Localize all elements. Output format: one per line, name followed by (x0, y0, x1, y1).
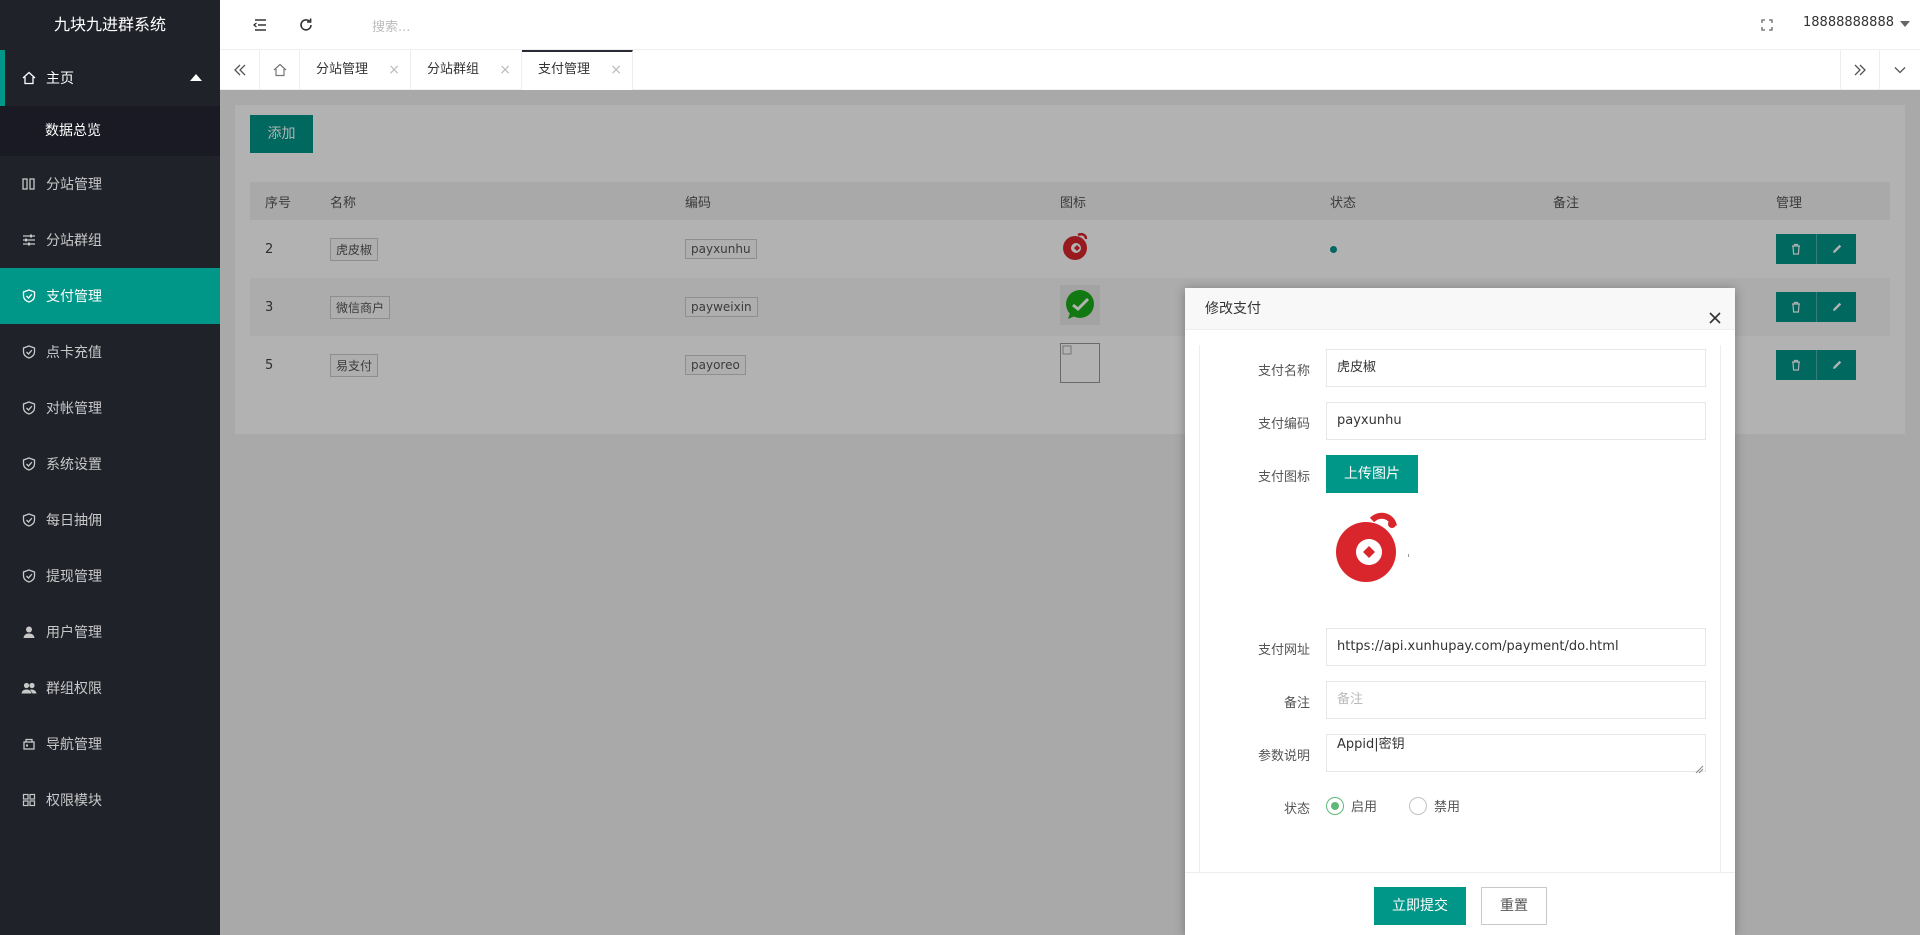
sidebar-item-label: 分站管理 (46, 177, 102, 193)
tabs-scroll-right-icon[interactable] (1840, 50, 1880, 90)
shield-check-icon (20, 399, 38, 417)
upload-image-button[interactable]: 上传图片 (1326, 455, 1418, 493)
field-label: 支付网址 (1257, 643, 1310, 658)
tab-bar: 分站管理 × 分站群组 × 支付管理 × (220, 50, 1920, 90)
users-icon (20, 679, 38, 697)
shield-check-icon (20, 455, 38, 473)
field-label: 支付名称 (1257, 364, 1310, 379)
field-label: 备注 (1283, 696, 1310, 711)
edit-payment-dialog: 修改支付 支付名称 虎皮椒 支付编码 payxunhu 支付图标 上传图片 支付… (1185, 288, 1735, 935)
sidebar-item-home[interactable]: 主页 (0, 50, 220, 106)
sidebar-item-navigation[interactable]: 导航管理 (0, 716, 220, 772)
close-icon[interactable] (1707, 301, 1723, 324)
payment-code-field[interactable]: payxunhu (1326, 402, 1706, 440)
tab-payment[interactable]: 支付管理 × (522, 50, 633, 90)
radio-label: 启用 (1351, 800, 1378, 815)
dialog-header: 修改支付 (1185, 288, 1735, 330)
search-input[interactable]: 搜索... (372, 16, 410, 35)
radio-unchecked-icon (1409, 796, 1427, 815)
payment-name-field[interactable]: 虎皮椒 (1326, 349, 1706, 387)
payment-url-field[interactable]: https://api.xunhupay.com/payment/do.html (1326, 628, 1706, 666)
refresh-icon[interactable] (295, 14, 317, 36)
app-title: 九块九进群系统 (53, 15, 166, 34)
tab-home-icon[interactable] (260, 50, 300, 90)
sidebar-item-system-settings[interactable]: 系统设置 (0, 436, 220, 492)
field-label: 支付图标 (1257, 470, 1310, 485)
grid-icon (20, 791, 38, 809)
sidebar-item-data-overview[interactable]: 数据总览 (0, 106, 220, 156)
sidebar-item-card-recharge[interactable]: 点卡充值 (0, 324, 220, 380)
dialog-footer: 立即提交 重置 (1185, 872, 1735, 935)
sidebar-item-label: 权限模块 (46, 793, 102, 809)
columns-icon (20, 175, 38, 193)
sidebar-item-label: 每日抽佣 (46, 513, 102, 529)
tabs-menu-chevron-icon[interactable] (1880, 50, 1920, 90)
tab-label: 分站群组 (427, 62, 480, 77)
radio-label: 禁用 (1434, 800, 1461, 815)
tab-label: 支付管理 (538, 62, 591, 77)
sidebar-item-label: 提现管理 (46, 569, 102, 585)
close-icon[interactable]: × (610, 52, 622, 88)
user-menu[interactable]: 18888888888 (1803, 15, 1894, 30)
sidebar-item-label: 点卡充值 (46, 345, 102, 361)
dialog-title: 修改支付 (1205, 301, 1261, 317)
sidebar-item-label: 分站群组 (46, 233, 102, 249)
shield-check-icon (20, 567, 38, 585)
tab-label: 分站管理 (316, 62, 369, 77)
submit-button[interactable]: 立即提交 (1374, 887, 1466, 925)
shield-check-icon (20, 287, 38, 305)
sidebar-item-label: 系统设置 (46, 457, 102, 473)
field-label: 参数说明 (1257, 749, 1310, 764)
close-icon[interactable]: × (499, 50, 511, 90)
sidebar-item-daily-commission[interactable]: 每日抽佣 (0, 492, 220, 548)
sliders-icon (20, 231, 38, 249)
field-label: 支付编码 (1257, 417, 1310, 432)
shield-check-icon (20, 343, 38, 361)
close-icon[interactable]: × (388, 50, 400, 90)
sidebar-item-substation[interactable]: 分站管理 (0, 156, 220, 212)
payment-icon-preview (1332, 510, 1412, 590)
status-disable-radio[interactable]: 禁用 (1409, 796, 1460, 815)
sidebar-item-permission-modules[interactable]: 权限模块 (0, 772, 220, 828)
tab-substation-group[interactable]: 分站群组 × (411, 50, 522, 90)
dialog-form: 支付名称 虎皮椒 支付编码 payxunhu 支付图标 上传图片 支付网址 ht… (1199, 345, 1721, 872)
note-field[interactable]: 备注 (1326, 681, 1706, 719)
fullscreen-icon[interactable] (1756, 14, 1778, 36)
sidebar-item-reconciliation[interactable]: 对帐管理 (0, 380, 220, 436)
top-header: 搜索... 18888888888 (220, 0, 1920, 50)
sidebar-item-label: 群组权限 (46, 681, 102, 697)
sidebar-item-users[interactable]: 用户管理 (0, 604, 220, 660)
nav-icon (20, 735, 38, 753)
collapse-menu-icon[interactable] (249, 14, 271, 36)
tabs-scroll-left-icon[interactable] (220, 50, 260, 90)
sidebar-item-label: 对帐管理 (46, 401, 102, 417)
reset-button[interactable]: 重置 (1481, 887, 1547, 925)
sidebar-item-group-permissions[interactable]: 群组权限 (0, 660, 220, 716)
radio-checked-icon (1326, 796, 1344, 815)
params-textarea[interactable]: Appid|密钥 (1326, 734, 1706, 772)
chevron-down-icon[interactable] (1900, 21, 1910, 27)
caret-up-icon (190, 74, 202, 81)
sidebar-item-substation-group[interactable]: 分站群组 (0, 212, 220, 268)
sidebar-item-label: 主页 (46, 71, 74, 87)
status-enable-radio[interactable]: 启用 (1326, 796, 1377, 815)
shield-check-icon (20, 511, 38, 529)
home-icon (20, 69, 38, 87)
sidebar-item-payment[interactable]: 支付管理 (0, 268, 220, 324)
field-label: 状态 (1283, 802, 1310, 817)
user-icon (20, 623, 38, 641)
resize-handle-icon[interactable] (1695, 762, 1704, 778)
sidebar-item-label: 用户管理 (46, 625, 102, 641)
sidebar-item-label: 支付管理 (46, 289, 102, 305)
sidebar: 九块九进群系统 主页 数据总览 分站管理 分站群组 支付管理 点卡充值 对帐管理… (0, 0, 220, 935)
tab-substation[interactable]: 分站管理 × (300, 50, 411, 90)
sidebar-item-withdrawal[interactable]: 提现管理 (0, 548, 220, 604)
sidebar-item-label: 导航管理 (46, 737, 102, 753)
